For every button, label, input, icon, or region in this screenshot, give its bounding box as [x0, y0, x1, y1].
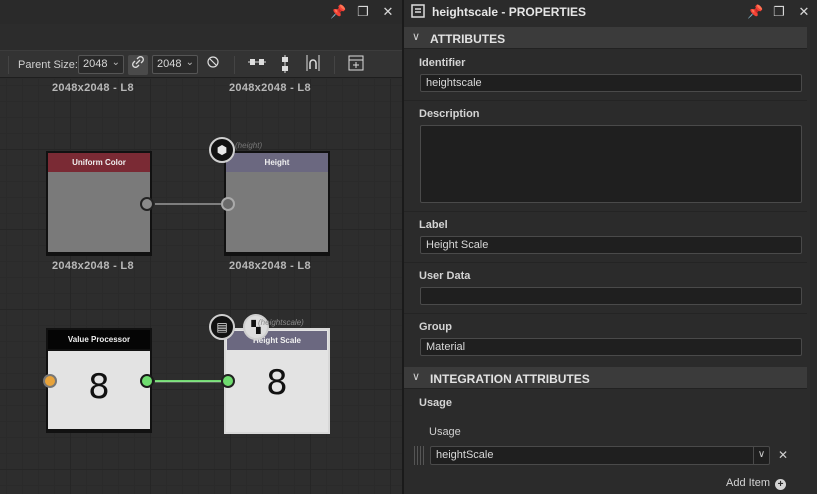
properties-title: heightscale - PROPERTIES: [432, 5, 587, 19]
add-frame-button[interactable]: [346, 55, 366, 75]
usage-value: heightScale: [436, 449, 494, 461]
node-value-display: 8: [48, 349, 150, 429]
align-horizontal-button[interactable]: [247, 55, 267, 75]
add-frame-icon: [348, 55, 364, 71]
parent-width-select[interactable]: 2048 ⌄: [78, 55, 124, 74]
node-thumbnail: [48, 172, 150, 252]
chevron-down-icon: ⌄: [185, 57, 194, 68]
document-icon[interactable]: ▤: [209, 314, 235, 340]
node-title: Height: [226, 153, 328, 172]
output-port[interactable]: [140, 374, 154, 388]
add-item-button[interactable]: Add Item +: [726, 477, 787, 490]
close-icon[interactable]: ✕: [796, 4, 812, 20]
align-horizontal-icon: [248, 59, 266, 65]
divider: [404, 100, 807, 101]
parent-height-select[interactable]: 2048 ⌄: [152, 55, 198, 74]
drag-handle[interactable]: [414, 446, 424, 465]
node-tag-label: (height): [235, 141, 263, 150]
divider: [404, 211, 807, 212]
attributes-section-header[interactable]: ∨ ATTRIBUTES: [404, 27, 807, 49]
cube-icon[interactable]: ⬢: [209, 137, 235, 163]
scrollbar[interactable]: [807, 24, 817, 494]
label-label: Label: [419, 219, 448, 231]
user-data-field[interactable]: [420, 287, 802, 305]
plus-icon: +: [775, 479, 787, 490]
section-title: ATTRIBUTES: [430, 32, 506, 46]
input-port[interactable]: [221, 197, 235, 211]
chevron-down-icon: ∨: [412, 371, 421, 383]
usage-select[interactable]: heightScale ∨: [430, 446, 770, 465]
parent-width-value: 2048: [83, 58, 108, 70]
parent-size-label: Parent Size:: [18, 59, 78, 71]
pin-icon[interactable]: 📌: [747, 4, 763, 20]
toolbar-separator: [234, 56, 235, 74]
graph-titlebar: 📌 ❐ ✕: [0, 0, 402, 24]
chevron-down-icon: ∨: [412, 31, 421, 43]
node-value-display: 8: [226, 351, 328, 431]
user-data-label: User Data: [419, 270, 471, 282]
pin-icon[interactable]: 📌: [330, 4, 346, 20]
properties-panel: heightscale - PROPERTIES 📌 ❐ ✕ ∨ ATTRIBU…: [404, 0, 817, 494]
distribute-icon: [306, 55, 320, 71]
reset-icon: [207, 56, 219, 68]
float-window-icon[interactable]: ❐: [771, 4, 787, 20]
usage-sub-label: Usage: [429, 426, 461, 438]
identifier-field[interactable]: heightscale: [420, 74, 802, 92]
add-item-label: Add Item: [726, 477, 771, 489]
link-icon: [132, 56, 144, 68]
chevron-down-icon: ∨: [753, 447, 769, 464]
divider: [404, 313, 807, 314]
section-title: INTEGRATION ATTRIBUTES: [430, 372, 590, 386]
remove-item-icon[interactable]: ✕: [778, 448, 788, 462]
align-vertical-button[interactable]: [275, 55, 295, 75]
link-size-button[interactable]: [128, 55, 148, 75]
group-label: Group: [419, 321, 452, 333]
toolbar-separator: [334, 56, 335, 74]
output-port[interactable]: [140, 197, 154, 211]
graph-canvas[interactable]: 2048x2048 - L8 2048x2048 - L8 Uniform Co…: [0, 79, 402, 494]
toolbar-separator: [8, 56, 9, 74]
label-field[interactable]: Height Scale: [420, 236, 802, 254]
input-port[interactable]: [43, 374, 57, 388]
description-label: Description: [419, 108, 480, 120]
input-port[interactable]: [221, 374, 235, 388]
node-resolution-label: 2048x2048 - L8: [52, 260, 134, 272]
height-node[interactable]: Height: [224, 151, 330, 256]
reset-size-button[interactable]: [203, 55, 223, 75]
parent-height-value: 2048: [157, 58, 182, 70]
description-field[interactable]: [420, 125, 802, 203]
node-title: Height Scale: [227, 331, 327, 350]
node-title: Uniform Color: [48, 153, 150, 172]
usage-heading: Usage: [419, 397, 453, 409]
integration-section-header[interactable]: ∨ INTEGRATION ATTRIBUTES: [404, 367, 807, 389]
graph-panel: 📌 ❐ ✕ Parent Size: 2048 ⌄ 2048 ⌄ 2048x20…: [0, 0, 402, 494]
group-field[interactable]: Material: [420, 338, 802, 356]
chevron-down-icon: ⌄: [111, 57, 120, 68]
node-tag-label: (heightscale): [258, 318, 304, 327]
node-thumbnail: [226, 172, 328, 252]
divider: [404, 262, 807, 263]
graph-toolbar: Parent Size: 2048 ⌄ 2048 ⌄: [0, 50, 402, 78]
node-value: 8: [266, 363, 288, 403]
float-window-icon[interactable]: ❐: [355, 4, 371, 20]
uniform-color-node[interactable]: Uniform Color: [46, 151, 152, 256]
properties-icon: [410, 4, 426, 20]
height-scale-node[interactable]: Height Scale 8: [224, 328, 330, 434]
node-title: Value Processor: [48, 330, 150, 349]
identifier-label: Identifier: [419, 57, 466, 69]
close-icon[interactable]: ✕: [380, 4, 396, 20]
node-value: 8: [88, 367, 110, 407]
properties-titlebar: heightscale - PROPERTIES 📌 ❐ ✕: [404, 0, 817, 24]
distribute-button[interactable]: [303, 55, 323, 75]
value-processor-node[interactable]: Value Processor 8: [46, 328, 152, 433]
node-resolution-label: 2048x2048 - L8: [229, 260, 311, 272]
align-vertical-icon: [282, 55, 288, 73]
